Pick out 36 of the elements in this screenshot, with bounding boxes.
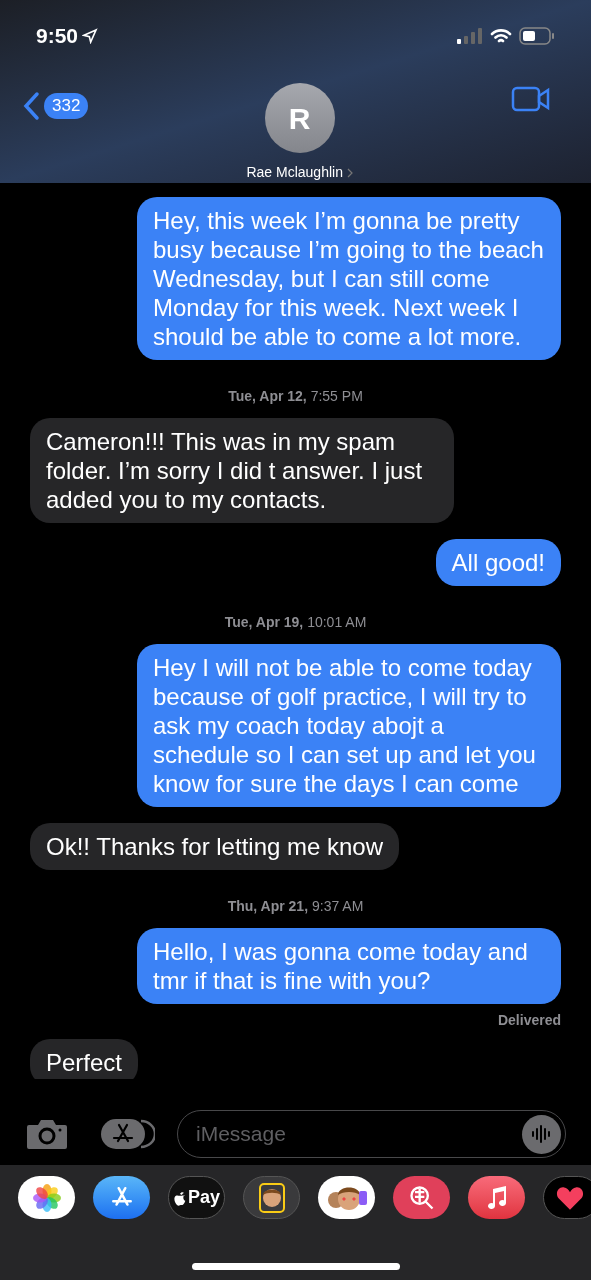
- timestamp: Thu, Apr 21, 9:37 AM: [227, 898, 364, 914]
- photos-app-icon[interactable]: [18, 1176, 75, 1219]
- heart-app-icon[interactable]: [543, 1176, 591, 1219]
- back-button[interactable]: 332: [22, 91, 89, 121]
- camera-button[interactable]: [25, 1117, 69, 1151]
- video-call-button[interactable]: [511, 85, 551, 113]
- back-chevron-icon: [22, 91, 40, 121]
- sent-message: Hey I will not be able to come today because of golf practice, I will try to ask my coach today abojt a schedule so I can set up and let you know for sure the days I can come: [137, 644, 561, 807]
- apple-pay-button[interactable]: Pay: [168, 1176, 225, 1219]
- chevron-icon: [346, 167, 353, 178]
- timestamp: Tue, Apr 19, 10:01 AM: [224, 614, 367, 630]
- signal-icon: [457, 27, 483, 44]
- sent-message: Hey, this week I’m gonna be pretty busy because I’m going to the beach Wednesday, but I can still come Monday for this week. Next week I should be able to come a lot more.: [137, 197, 561, 360]
- received-message: Cameron!!! This was in my spam folder. I’m sorry I did t answer. I just added you to my contacts.: [30, 418, 454, 523]
- location-arrow-icon: [82, 27, 99, 44]
- sent-message: All good!: [435, 539, 561, 586]
- memoji-stickers-icon[interactable]: [318, 1176, 375, 1219]
- status-time: 9:50: [36, 22, 79, 49]
- wifi-icon: [490, 27, 512, 44]
- delivery-status: Delivered: [497, 1012, 561, 1029]
- image-search-icon[interactable]: [393, 1176, 450, 1219]
- message-input[interactable]: iMessage: [196, 1118, 522, 1150]
- received-message: Ok!! Thanks for letting me know: [30, 823, 400, 870]
- battery-icon: [519, 26, 555, 45]
- music-app-icon[interactable]: [468, 1176, 525, 1219]
- voice-message-button[interactable]: [522, 1114, 561, 1154]
- app-store-icon[interactable]: [93, 1176, 150, 1219]
- app-store-button[interactable]: [101, 1117, 155, 1151]
- unread-count-badge: 332: [44, 93, 89, 119]
- waveform-icon: [530, 1124, 553, 1144]
- memoji-app-icon[interactable]: [243, 1176, 300, 1219]
- contact-name[interactable]: Rae Mclaughlin: [246, 162, 353, 183]
- timestamp: Tue, Apr 12, 7:55 PM: [228, 388, 363, 404]
- apple-icon: [173, 1189, 187, 1206]
- received-message: Perfect: [30, 1039, 139, 1079]
- sent-message: Hello, I was gonna come today and tmr if that is fine with you?: [137, 928, 561, 1004]
